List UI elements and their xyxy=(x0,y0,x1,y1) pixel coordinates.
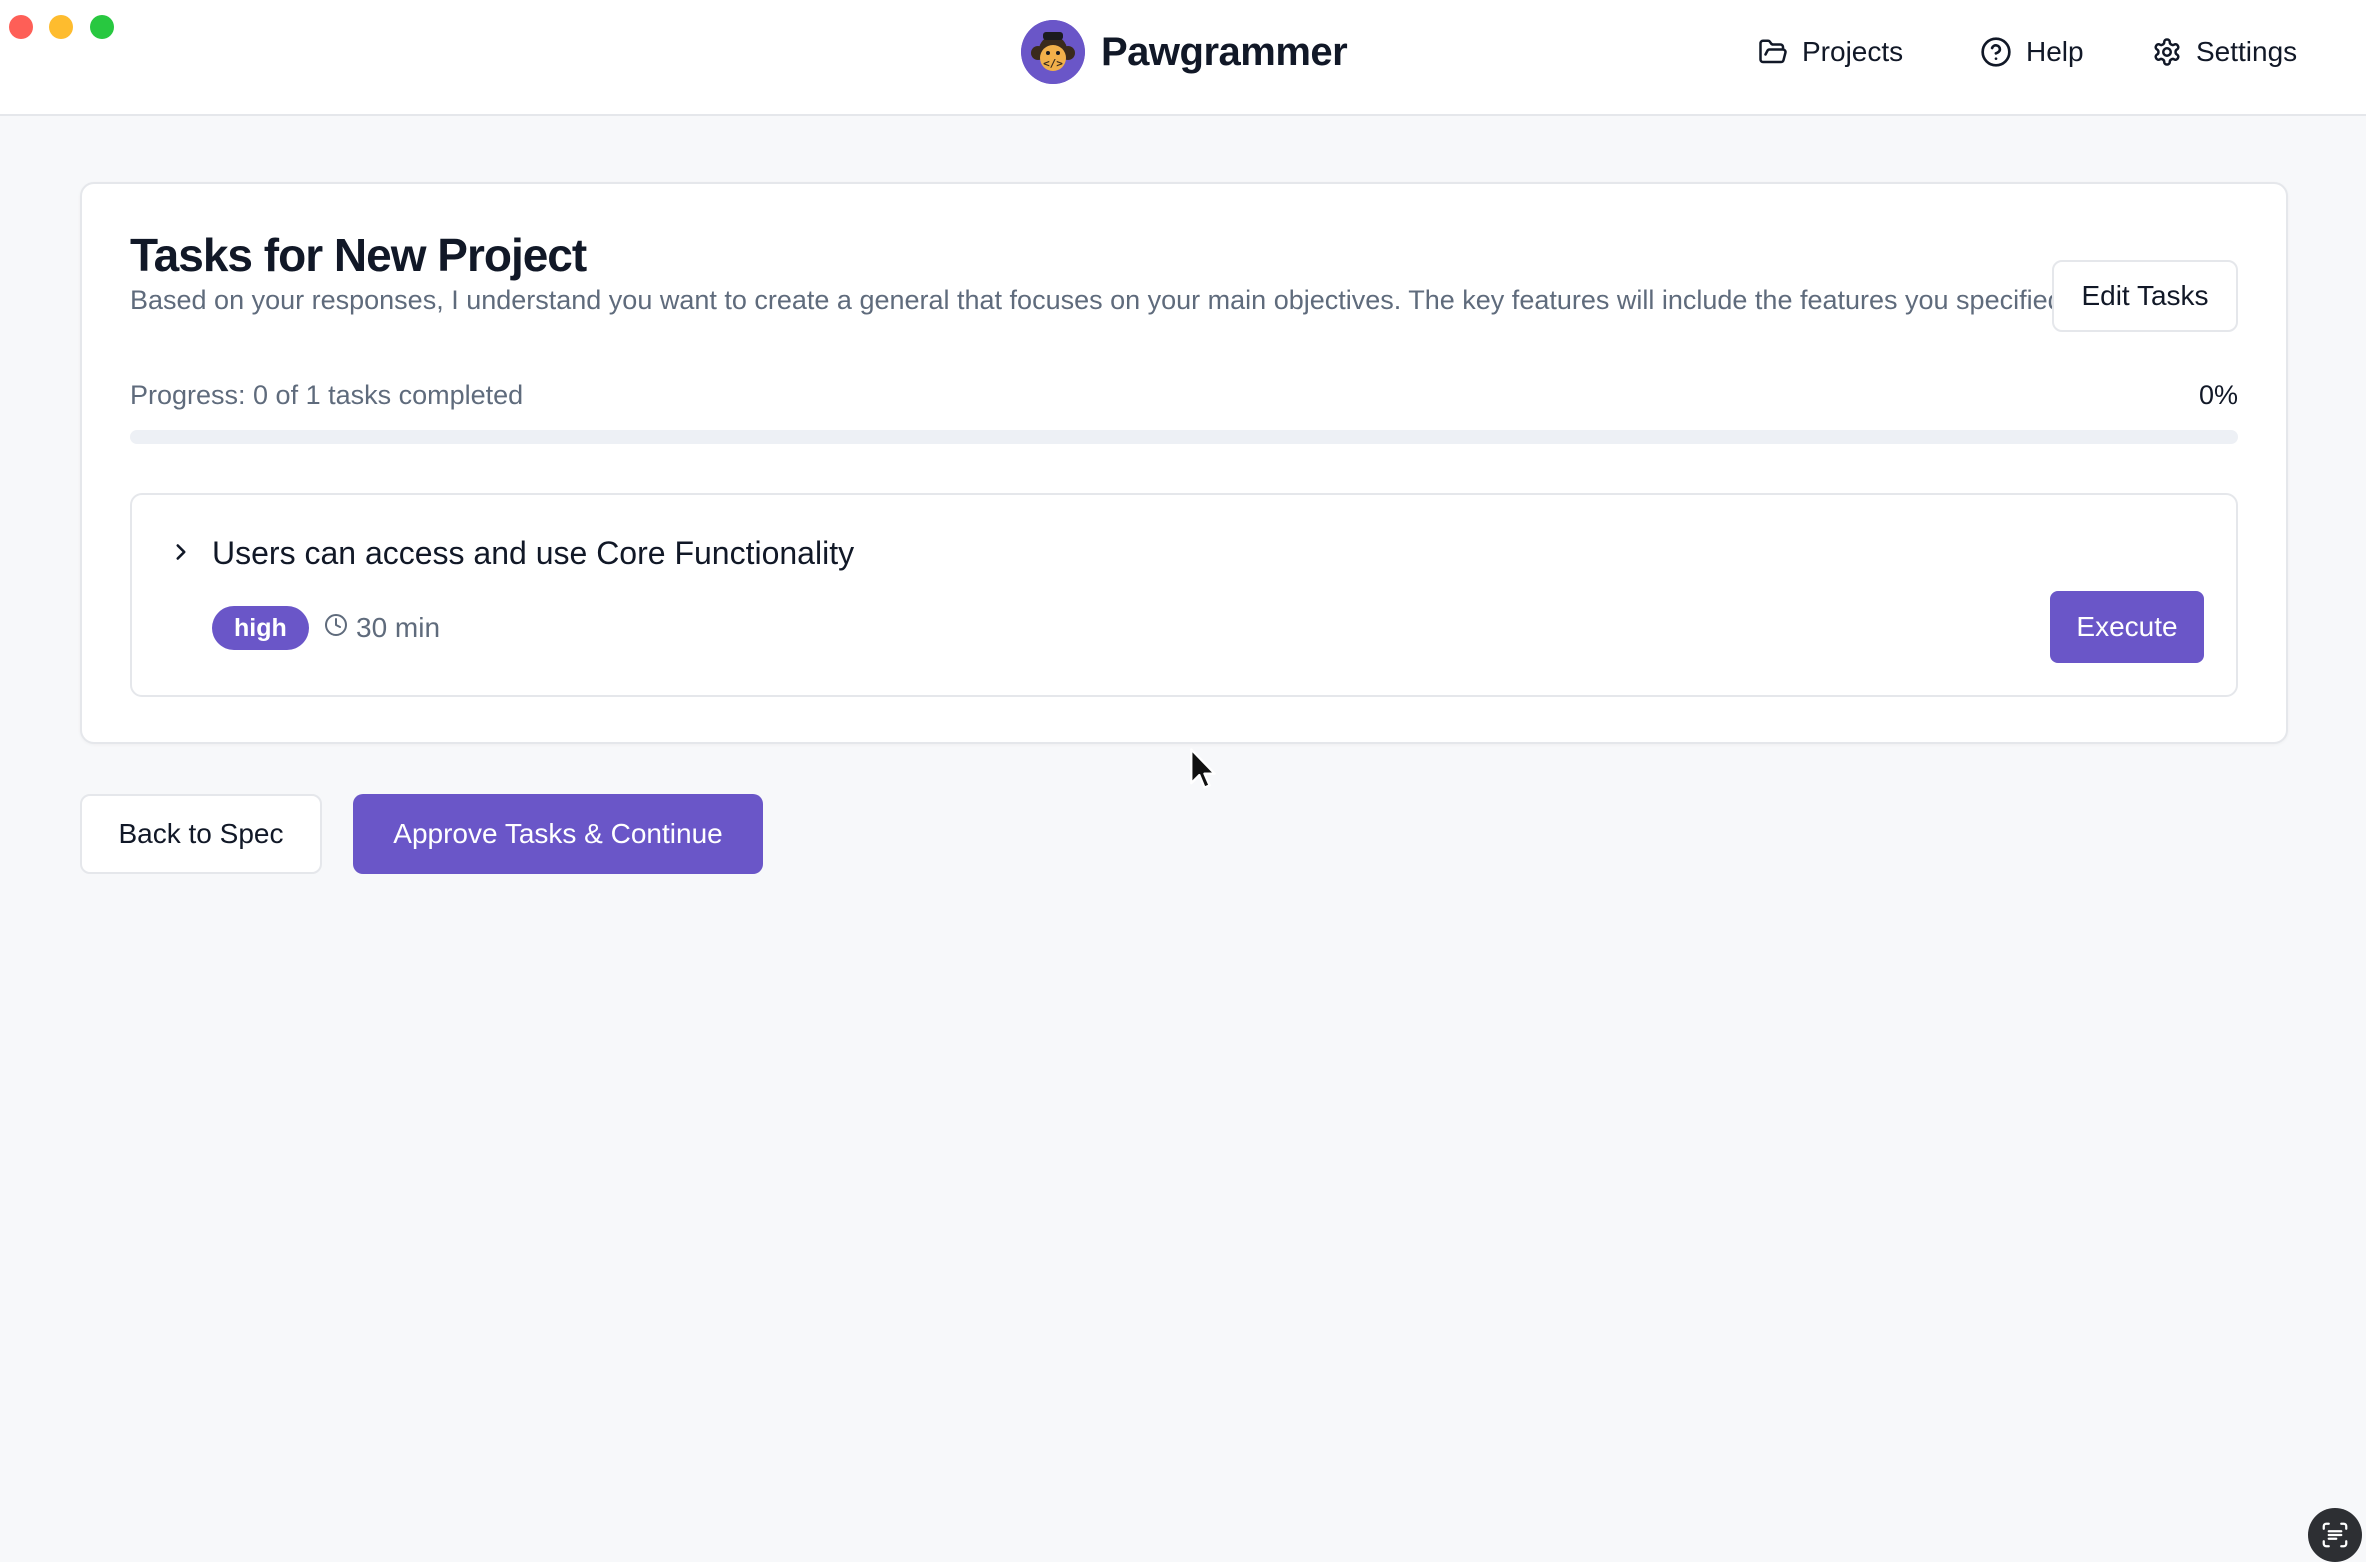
svg-text:</>: </> xyxy=(1043,57,1063,70)
edit-tasks-button[interactable]: Edit Tasks xyxy=(2052,260,2238,332)
nav-projects[interactable]: Projects xyxy=(1758,30,1903,74)
task-item[interactable]: Users can access and use Core Functional… xyxy=(130,493,2238,697)
app-name: Pawgrammer xyxy=(1101,29,1348,74)
brand[interactable]: </> Pawgrammer xyxy=(1021,20,1348,84)
progress-percent: 0% xyxy=(2198,380,2238,410)
tasks-card: Tasks for New Project Based on your resp… xyxy=(80,182,2288,744)
task-title: Users can access and use Core Functional… xyxy=(212,535,855,571)
project-description: Based on your responses, I understand yo… xyxy=(130,285,2071,315)
nav-settings[interactable]: Settings xyxy=(2152,30,2297,74)
gear-icon xyxy=(2152,37,2182,67)
priority-badge: high xyxy=(212,606,309,650)
clock-icon xyxy=(324,612,348,644)
nav-settings-label: Settings xyxy=(2196,36,2298,67)
back-to-spec-button[interactable]: Back to Spec xyxy=(80,794,322,874)
screen-text-widget-icon[interactable] xyxy=(2308,1508,2362,1562)
task-duration-label: 30 min xyxy=(356,612,441,643)
window-close-button[interactable] xyxy=(9,15,33,39)
nav-projects-label: Projects xyxy=(1802,36,1904,67)
task-duration: 30 min xyxy=(324,608,440,648)
help-circle-icon xyxy=(1980,36,2012,68)
top-bar: </> Pawgrammer Projects Help Settings xyxy=(0,0,2366,116)
window-maximize-button[interactable] xyxy=(90,15,114,39)
folder-open-icon xyxy=(1758,37,1788,67)
approve-tasks-button[interactable]: Approve Tasks & Continue xyxy=(353,794,763,874)
mouse-cursor-icon xyxy=(1190,748,1216,789)
window-minimize-button[interactable] xyxy=(49,15,73,39)
execute-button[interactable]: Execute xyxy=(2050,591,2204,663)
progress-label: Progress: 0 of 1 tasks completed xyxy=(130,380,524,410)
nav-help[interactable]: Help xyxy=(1980,30,2084,74)
nav-help-label: Help xyxy=(2026,36,2084,67)
monkey-coder-logo-icon: </> xyxy=(1021,20,1085,84)
chevron-right-icon[interactable] xyxy=(168,539,194,565)
progress-bar xyxy=(130,430,2238,444)
page-title: Tasks for New Project xyxy=(130,229,587,281)
